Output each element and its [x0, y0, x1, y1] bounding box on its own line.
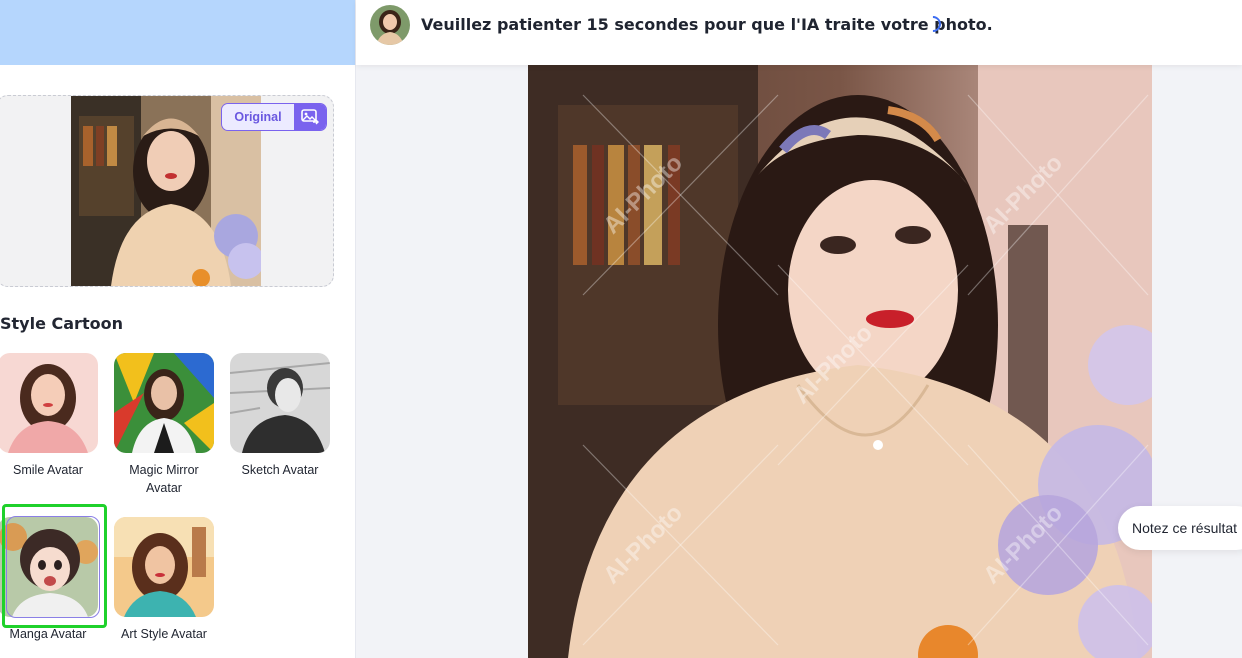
compare-toggle: Original	[221, 103, 327, 131]
sidebar: Original Style Cartoon Smile Avatar Magi…	[0, 0, 356, 658]
processing-avatar	[370, 5, 410, 45]
manga-avatar-thumbnail	[0, 517, 98, 617]
status-bar: Veuillez patienter 15 secondes pour que …	[356, 0, 1242, 65]
result-area: AI-Photo AI-Photo AI-Photo AI-Photo AI-P…	[356, 65, 1242, 658]
style-label: Sketch Avatar	[241, 463, 319, 477]
style-section-title: Style Cartoon	[0, 314, 123, 333]
style-art-style-avatar[interactable]: Art Style Avatar	[114, 517, 214, 643]
smile-avatar-thumbnail	[0, 353, 98, 453]
result-image[interactable]: AI-Photo AI-Photo AI-Photo AI-Photo AI-P…	[528, 65, 1152, 658]
art-style-avatar-thumbnail	[114, 517, 214, 617]
sidebar-header	[0, 0, 355, 65]
sketch-avatar-thumbnail	[230, 353, 330, 453]
magic-mirror-avatar-thumbnail	[114, 353, 214, 453]
style-label: Manga Avatar	[9, 627, 87, 641]
style-smile-avatar[interactable]: Smile Avatar	[0, 353, 98, 479]
style-label: Smile Avatar	[13, 463, 83, 477]
processing-message: Veuillez patienter 15 secondes pour que …	[421, 15, 993, 34]
style-manga-avatar[interactable]: Manga Avatar	[0, 517, 98, 643]
rate-result-button[interactable]: Notez ce résultat	[1118, 506, 1242, 550]
image-compare-icon[interactable]	[294, 104, 326, 130]
style-label: Art Style Avatar	[121, 627, 207, 641]
style-sketch-avatar[interactable]: Sketch Avatar	[230, 353, 330, 479]
original-button[interactable]: Original	[222, 104, 294, 130]
style-label: Magic Mirror Avatar	[129, 463, 199, 495]
style-magic-mirror-avatar[interactable]: Magic Mirror Avatar	[114, 353, 214, 497]
